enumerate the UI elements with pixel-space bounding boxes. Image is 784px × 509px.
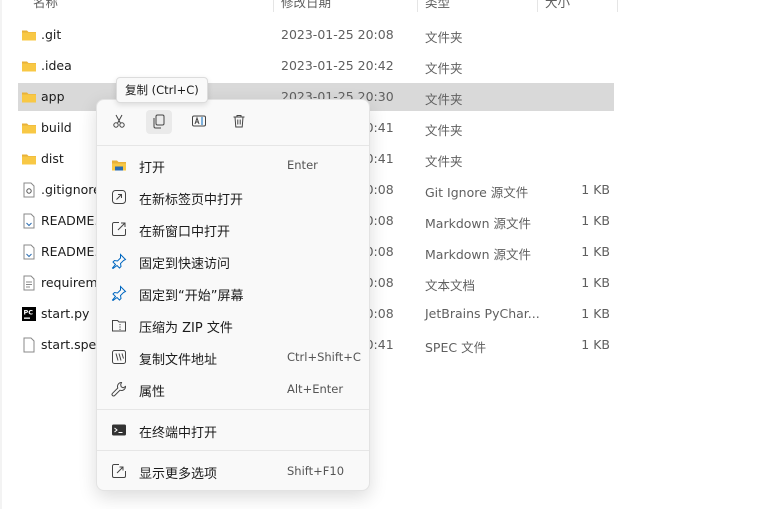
menu-item-label: 显示更多选项 [139,467,218,482]
file-type: 文件夹 [425,61,463,76]
menu-divider [97,145,369,146]
menu-item-pin-start[interactable]: 固定到“开始”屏幕 [101,278,365,308]
file-name: .idea [41,58,72,73]
file-type: 文件夹 [425,30,463,45]
column-type[interactable]: 类型 [425,0,450,11]
file-type: Markdown 源文件 [425,216,532,231]
file-type: 文件夹 [425,154,463,169]
markdown-file-icon [21,244,37,260]
file-size: 1 KB [581,275,610,290]
file-size: 1 KB [581,306,610,321]
markdown-file-icon [21,213,37,229]
file-name: build [41,120,72,135]
file-type: SPEC 文件 [425,340,487,355]
pycharm-file-icon: PC [21,306,37,322]
file-name: start.py [41,306,90,321]
terminal-icon [111,422,127,438]
delete-icon [231,113,247,132]
menu-item-show-more-options[interactable]: 显示更多选项 Shift+F10 [101,456,365,486]
text-file-icon [21,275,37,291]
folder-icon [21,89,37,105]
folder-icon [21,27,37,43]
menu-item-open-new-window[interactable]: 在新窗口中打开 [101,214,365,244]
menu-item-properties[interactable]: 属性 Alt+Enter [101,374,365,404]
file-size: 1 KB [581,213,610,228]
menu-item-shortcut: Enter [287,158,318,172]
file-icon [21,337,37,353]
folder-icon [21,151,37,167]
menu-item-label: 在新标签页中打开 [139,193,244,208]
column-header: 名称 修改日期 类型 大小 [0,0,784,12]
menu-item-label: 属性 [139,385,166,400]
folder-icon [21,58,37,74]
file-name: start.spec [41,337,104,352]
file-size: 1 KB [581,337,610,352]
menu-item-shortcut: Alt+Enter [287,382,344,396]
file-type: 文件夹 [425,92,463,107]
file-type: 文件夹 [425,123,463,138]
menu-item-label: 在终端中打开 [139,426,218,441]
window-left-border [0,0,2,509]
menu-item-open[interactable]: 打开 Enter [101,150,365,180]
wrench-icon [111,381,127,397]
file-type: Markdown 源文件 [425,247,532,262]
more-options-icon [111,463,127,479]
file-name: dist [41,151,64,166]
menu-item-pin-quick-access[interactable]: 固定到快速访问 [101,246,365,276]
copy-button[interactable] [146,110,172,134]
column-divider[interactable] [537,0,538,12]
file-row[interactable]: .git 2023-01-25 20:08 文件夹 [18,21,614,49]
column-name[interactable]: 名称 [33,0,58,11]
folder-icon [21,120,37,136]
menu-divider [97,409,369,410]
file-type: 文本文档 [425,278,476,293]
menu-item-label: 在新窗口中打开 [139,225,231,240]
menu-item-open-new-tab[interactable]: 在新标签页中打开 [101,182,365,212]
folder-open-icon [111,157,127,173]
svg-text:PC: PC [24,309,34,317]
zip-icon [111,317,127,333]
open-new-tab-icon [111,189,127,205]
rename-icon [191,113,207,132]
menu-item-label: 固定到“开始”屏幕 [139,289,244,304]
menu-item-label: 复制文件地址 [139,353,218,368]
column-size[interactable]: 大小 [545,0,570,11]
menu-divider [97,450,369,451]
file-type: JetBrains PyChar... [425,306,540,321]
file-date: 2023-01-25 20:08 [281,27,394,42]
file-row[interactable]: .idea 2023-01-25 20:42 文件夹 [18,52,614,80]
file-name: .gitignore [41,182,101,197]
open-new-window-icon [111,221,127,237]
file-date: 2023-01-25 20:42 [281,58,394,73]
rename-button[interactable] [186,110,212,134]
cut-icon [111,113,127,132]
copy-icon [151,113,167,132]
gear-file-icon [21,182,37,198]
menu-item-copy-path[interactable]: 复制文件地址 Ctrl+Shift+C [101,342,365,372]
column-divider[interactable] [617,0,618,12]
menu-item-open-terminal[interactable]: 在终端中打开 [101,415,365,445]
menu-item-shortcut: Ctrl+Shift+C [287,350,361,364]
pin-start-icon [111,285,127,302]
menu-item-compress-zip[interactable]: 压缩为 ZIP 文件 [101,310,365,340]
file-type: Git Ignore 源文件 [425,185,529,200]
column-divider[interactable] [273,0,274,12]
column-divider[interactable] [417,0,418,12]
file-name: .git [41,27,62,42]
menu-item-shortcut: Shift+F10 [287,464,345,478]
column-date[interactable]: 修改日期 [281,0,331,11]
menu-item-label: 打开 [139,161,166,176]
menu-item-label: 压缩为 ZIP 文件 [139,321,233,336]
file-size: 1 KB [581,244,610,259]
cut-button[interactable] [106,110,132,134]
delete-button[interactable] [226,110,252,134]
copy-path-icon [111,349,127,365]
file-size: 1 KB [581,182,610,197]
context-menu: 打开 Enter 在新标签页中打开 在新窗口中打开 固定到快速访问 固定到“开始… [96,99,370,491]
pin-icon [111,253,127,270]
menu-item-label: 固定到快速访问 [139,257,231,272]
copy-tooltip: 复制 (Ctrl+C) [116,77,208,103]
file-name: app [41,89,65,104]
